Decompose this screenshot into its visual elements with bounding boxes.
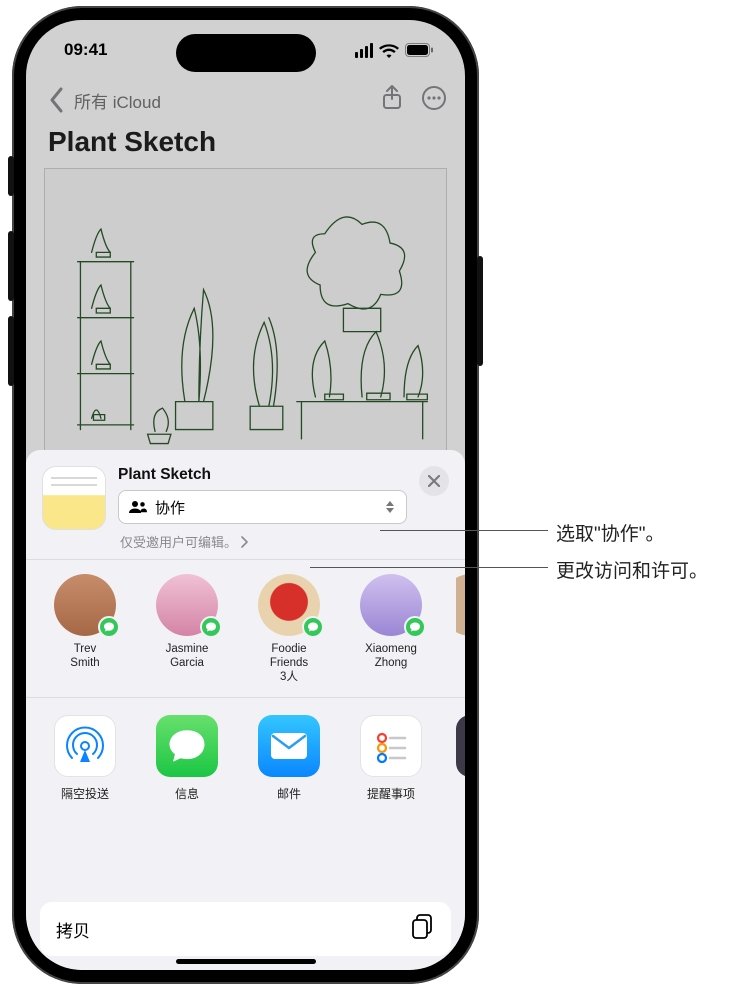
share-apps-row: 隔空投送 信息 邮件	[26, 697, 465, 820]
messages-badge-icon	[302, 616, 324, 638]
close-button[interactable]	[419, 466, 449, 496]
phone-frame: 09:41 所有 iCloud	[12, 6, 479, 984]
messages-icon	[156, 715, 218, 777]
permission-settings-link[interactable]: 仅受邀用户可编辑。	[118, 532, 407, 551]
app-label: 邮件	[277, 787, 301, 801]
contact-name-line2: Zhong	[375, 656, 408, 670]
callout-permission: 更改访问和许可。	[556, 556, 708, 583]
app-label: 隔空投送	[61, 787, 109, 801]
collab-label: 协作	[155, 497, 185, 518]
mail-icon	[258, 715, 320, 777]
share-contact[interactable]: Jasmine Garcia	[150, 574, 224, 685]
home-indicator[interactable]	[176, 959, 316, 964]
share-app-more[interactable]	[456, 715, 465, 802]
share-sheet: Plant Sketch 协作 仅受邀用户可编辑。	[26, 450, 465, 970]
airdrop-icon	[54, 715, 116, 777]
share-contacts-row: Trev Smith Jasmine Garcia Foodie Friends…	[26, 560, 465, 697]
share-app-messages[interactable]: 信息	[150, 715, 224, 802]
app-label: 信息	[175, 787, 199, 801]
contact-name-line2: Smith	[70, 656, 99, 670]
contact-name-line2: Garcia	[170, 656, 204, 670]
volume-up-button	[8, 231, 14, 301]
app-label: 提醒事项	[367, 787, 415, 801]
reminders-icon	[360, 715, 422, 777]
permission-text: 仅受邀用户可编辑。	[120, 532, 237, 551]
close-icon	[428, 475, 440, 487]
share-item-title: Plant Sketch	[118, 466, 407, 490]
messages-badge-icon	[98, 616, 120, 638]
share-app-airdrop[interactable]: 隔空投送	[48, 715, 122, 802]
collaboration-mode-select[interactable]: 协作	[118, 490, 407, 524]
share-contact[interactable]: Foodie Friends 3人	[252, 574, 326, 685]
share-app-mail[interactable]: 邮件	[252, 715, 326, 802]
chevron-right-icon	[241, 536, 249, 548]
contact-name-line2: 3人	[280, 670, 298, 684]
share-contact[interactable]: Xiaomeng Zhong	[354, 574, 428, 685]
share-contact[interactable]: Trev Smith	[48, 574, 122, 685]
screen: 09:41 所有 iCloud	[26, 20, 465, 970]
notes-app-icon	[42, 466, 106, 530]
volume-down-button	[8, 316, 14, 386]
ringer-switch	[8, 156, 14, 196]
copy-label: 拷贝	[56, 917, 90, 942]
callout-line	[380, 530, 548, 531]
select-arrows-icon	[384, 499, 396, 515]
contact-name-line1: Foodie Friends	[252, 642, 326, 671]
people-icon	[129, 500, 147, 514]
app-icon	[456, 715, 465, 777]
power-button	[477, 256, 483, 366]
contact-name-line1: Xiaomeng	[365, 642, 417, 656]
contact-name-line1: Trev	[74, 642, 97, 656]
contact-name-line1: Jasmine	[166, 642, 209, 656]
share-contact[interactable]: C	[456, 574, 465, 685]
callout-collab: 选取"协作"。	[556, 519, 665, 546]
copy-action[interactable]: 拷贝	[40, 902, 451, 956]
messages-badge-icon	[200, 616, 222, 638]
callout-line	[310, 567, 548, 568]
messages-badge-icon	[404, 616, 426, 638]
copy-icon	[411, 914, 435, 945]
share-app-reminders[interactable]: 提醒事项	[354, 715, 428, 802]
